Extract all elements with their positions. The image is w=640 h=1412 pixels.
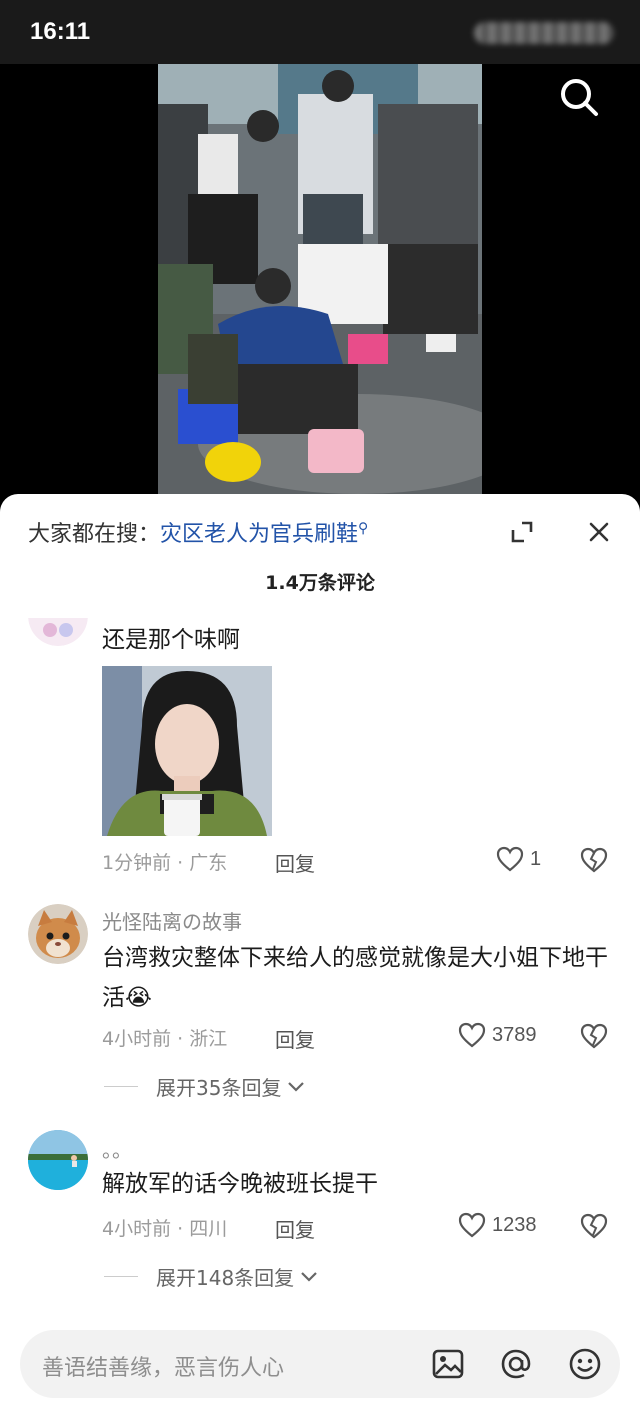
comment-3-meta: 4小时前 · 四川: [102, 1218, 228, 1240]
comment-2-avatar[interactable]: [28, 904, 88, 964]
hot-search-prefix: 大家都在搜：: [28, 522, 161, 547]
comment-2-expand-label: 展开35条回复: [156, 1076, 282, 1100]
comment-2-expand-replies[interactable]: 展开35条回复: [104, 1072, 305, 1101]
expand-sheet-button[interactable]: [510, 520, 534, 544]
comment-sheet: 大家都在搜：灾区老人为官兵刷鞋⚲ 1.4万条评论 还是那个味啊 1分钟前 · 广…: [0, 494, 640, 1412]
heart-icon: [458, 1212, 486, 1238]
broken-heart-icon: [580, 1213, 608, 1239]
search-icon: [561, 79, 598, 116]
comment-3-reply-button[interactable]: 回复: [275, 1214, 315, 1243]
avatar: [28, 1130, 88, 1190]
comment-2-text: 台湾救灾整体下来给人的感觉就像是大小姐下地干活😭: [102, 945, 608, 1011]
comment-3-text: 解放军的话今晚被班长提干: [102, 1171, 378, 1197]
comment-1-photo: [102, 666, 272, 836]
divider-line: [104, 1276, 138, 1277]
comment-3-username[interactable]: 。。: [102, 1134, 132, 1163]
emoji-button[interactable]: [567, 1346, 603, 1382]
comment-1-reply-button[interactable]: 回复: [275, 848, 315, 877]
comment-count-title: 1.4万条评论: [265, 572, 375, 594]
comment-3-avatar[interactable]: [28, 1130, 88, 1190]
broken-heart-icon: [580, 847, 608, 873]
comment-1-avatar[interactable]: [28, 618, 88, 646]
comment-2-like-button[interactable]: 3789: [458, 1022, 537, 1048]
comment-1-like-button[interactable]: 1: [496, 846, 541, 872]
comment-1-like-count: 1: [530, 847, 542, 870]
divider-line: [104, 1086, 138, 1087]
hot-search-link[interactable]: 灾区老人为官兵刷鞋: [160, 522, 358, 547]
comment-2-reply-button[interactable]: 回复: [275, 1024, 315, 1053]
video-player[interactable]: [0, 64, 640, 504]
comment-2-like-count: 3789: [492, 1023, 537, 1046]
hot-search-small-search-icon: ⚲: [358, 520, 369, 537]
comment-1-meta: 1分钟前 · 广东: [102, 852, 228, 874]
comment-3-like-count: 1238: [492, 1213, 537, 1236]
comment-3-dislike-button[interactable]: [580, 1213, 608, 1239]
video-scene: [158, 64, 482, 504]
search-button[interactable]: [558, 76, 602, 120]
status-icons-blurred: [474, 22, 614, 44]
comment-2-meta: 4小时前 · 浙江: [102, 1028, 228, 1050]
comment-1-text: 还是那个味啊: [102, 627, 240, 653]
close-icon: [589, 522, 609, 542]
heart-icon: [496, 846, 524, 872]
video-frame[interactable]: [158, 64, 482, 504]
comment-3-expand-replies[interactable]: 展开148条回复: [104, 1262, 318, 1291]
chevron-down-icon: [288, 1081, 305, 1092]
image-picker-button[interactable]: [430, 1346, 466, 1382]
comment-2-dislike-button[interactable]: [580, 1023, 608, 1049]
avatar: [28, 904, 88, 964]
comment-input-bar[interactable]: 善语结善缘，恶言伤人心: [20, 1330, 620, 1398]
image-icon: [432, 1349, 464, 1379]
comment-3-like-button[interactable]: 1238: [458, 1212, 537, 1238]
comment-2-username[interactable]: 光怪陆离の故事: [102, 906, 242, 935]
status-bar: 16:11: [0, 0, 640, 64]
avatar: [28, 618, 88, 646]
hot-search: 大家都在搜：灾区老人为官兵刷鞋⚲: [28, 516, 368, 548]
mention-button[interactable]: [498, 1346, 534, 1382]
broken-heart-icon: [580, 1023, 608, 1049]
mention-icon: [501, 1349, 531, 1379]
heart-icon: [458, 1022, 486, 1048]
emoji-icon: [569, 1348, 601, 1380]
chevron-down-icon: [301, 1271, 317, 1282]
comment-input-placeholder[interactable]: 善语结善缘，恶言伤人心: [42, 1350, 284, 1382]
comment-1-image[interactable]: [102, 666, 272, 836]
status-time: 16:11: [30, 18, 91, 45]
close-sheet-button[interactable]: [585, 518, 613, 546]
expand-icon: [511, 521, 533, 543]
comment-1-dislike-button[interactable]: [580, 847, 608, 873]
comment-3-expand-label: 展开148条回复: [156, 1266, 295, 1290]
